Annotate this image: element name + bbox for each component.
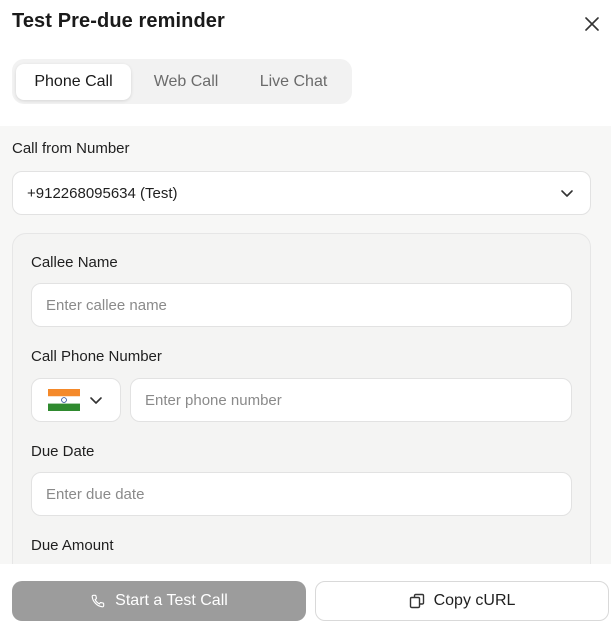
- callee-details-card: Callee Name Call Phone Number Due Date D…: [12, 233, 591, 564]
- india-flag-icon: [48, 389, 80, 411]
- dialog-body: Call from Number +912268095634 (Test) Ca…: [0, 126, 611, 564]
- copy-icon: [409, 593, 424, 609]
- due-date-input[interactable]: [31, 472, 572, 516]
- call-from-value: +912268095634 (Test): [27, 184, 178, 202]
- chevron-down-icon: [90, 397, 102, 404]
- start-test-call-button[interactable]: Start a Test Call: [12, 581, 306, 621]
- due-amount-label: Due Amount: [31, 537, 114, 554]
- call-from-select[interactable]: +912268095634 (Test): [12, 171, 591, 215]
- phone-icon: [91, 594, 105, 608]
- dialog-title: Test Pre-due reminder: [12, 10, 225, 32]
- tab-live-chat[interactable]: Live Chat: [241, 64, 346, 100]
- copy-curl-label: Copy cURL: [433, 592, 516, 609]
- call-from-label: Call from Number: [12, 140, 130, 157]
- callee-name-input[interactable]: [31, 283, 572, 327]
- close-button[interactable]: [580, 12, 604, 36]
- copy-curl-button[interactable]: Copy cURL: [315, 581, 609, 621]
- tab-web-call[interactable]: Web Call: [131, 64, 241, 100]
- call-type-tabs: Phone Call Web Call Live Chat: [12, 59, 352, 104]
- dialog-header: Test Pre-due reminder Phone Call Web Cal…: [0, 0, 611, 126]
- due-date-label: Due Date: [31, 443, 95, 460]
- start-test-call-label: Start a Test Call: [115, 592, 228, 609]
- callee-name-label: Callee Name: [31, 254, 118, 271]
- country-code-select[interactable]: [31, 378, 121, 422]
- close-icon: [585, 17, 599, 31]
- tab-phone-call[interactable]: Phone Call: [16, 63, 131, 100]
- call-phone-number-label: Call Phone Number: [31, 348, 162, 365]
- dialog-footer: Start a Test Call Copy cURL: [0, 564, 611, 630]
- phone-number-input[interactable]: [130, 378, 572, 422]
- chevron-down-icon: [561, 190, 573, 197]
